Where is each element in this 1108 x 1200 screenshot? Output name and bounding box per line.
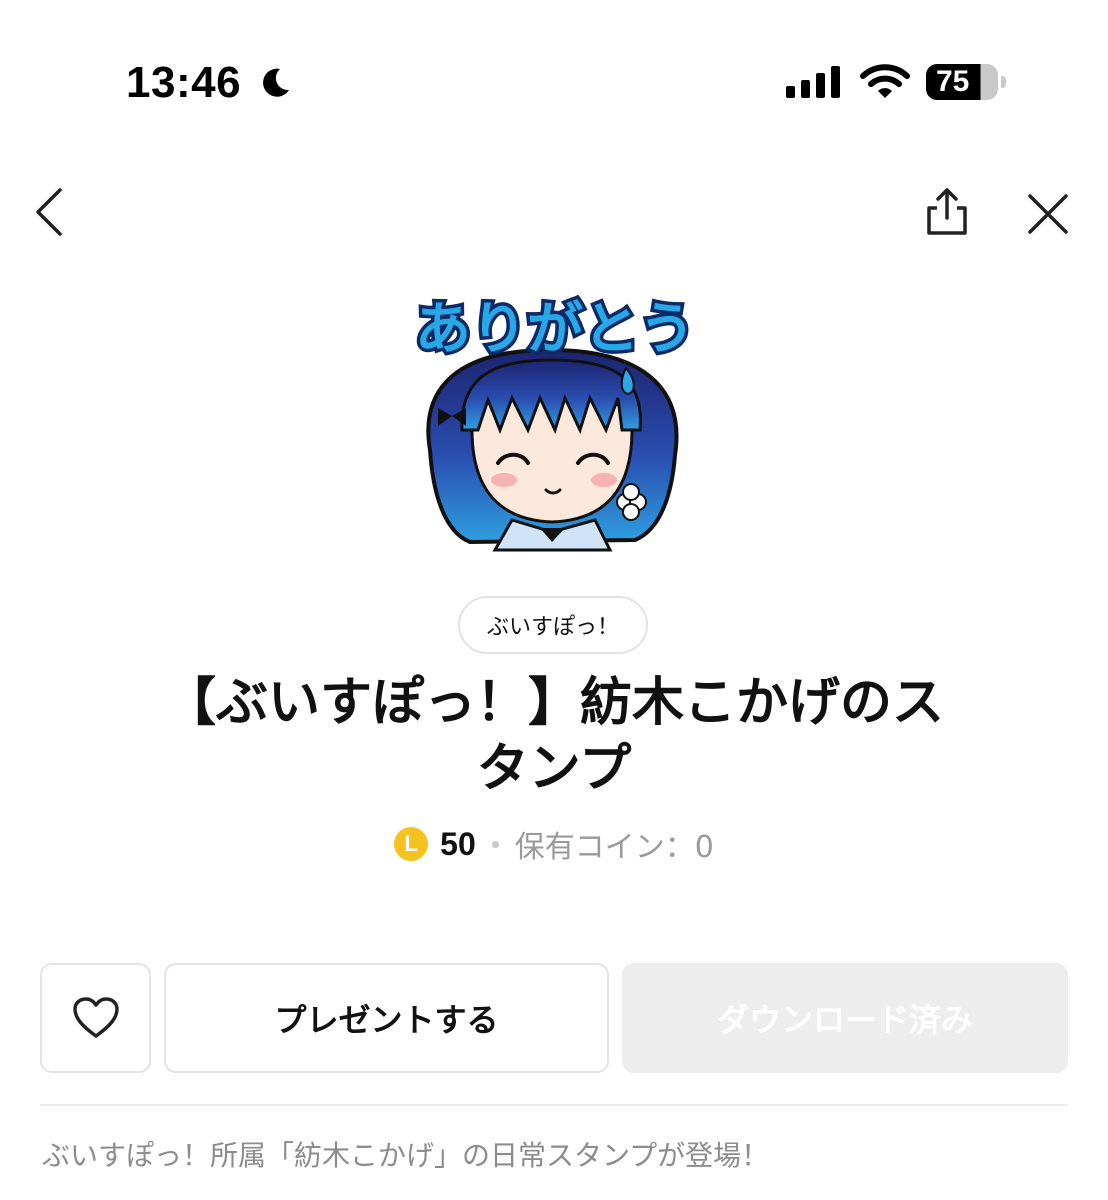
separator-dot	[491, 840, 499, 848]
present-button[interactable]: プレゼントする	[164, 963, 609, 1073]
price-value: 50	[440, 825, 476, 862]
chevron-left-icon[interactable]	[30, 186, 70, 238]
downloaded-button[interactable]: ダウンロード済み	[622, 963, 1068, 1073]
sticker-title-line-1: 【ぶいすぽっ！】紡木こかげのス	[163, 673, 944, 733]
price-line: L 50 保有コイン：0	[0, 822, 1108, 866]
sticker-description: ぶいすぽっ！所属「紡木こかげ」の日常スタンプが登場！	[42, 1139, 770, 1172]
battery-body: 75	[926, 64, 998, 100]
close-icon[interactable]	[1024, 190, 1072, 238]
share-icon[interactable]	[920, 186, 974, 238]
section-divider	[40, 1104, 1068, 1106]
status-time: 13:46	[126, 58, 242, 107]
wifi-icon	[860, 64, 910, 98]
author-tag-chip[interactable]: ぶいすぽっ！	[458, 596, 648, 654]
cellular-signal-icon	[786, 66, 840, 98]
heart-icon	[72, 997, 119, 1038]
battery-indicator: 75	[926, 64, 1008, 100]
battery-nub	[1001, 76, 1006, 88]
owned-coins-text: 保有コイン：0	[514, 830, 714, 865]
line-coin-icon: L	[394, 827, 429, 861]
sticker-detail-page: 13:46 75 ありがとう ぶいすぽっ！ 【ぶいすぽっ！】紡木こかげのス タン…	[0, 0, 1108, 1200]
sticker-title-line-2: タンプ	[476, 739, 632, 799]
sticker-preview-image: ありがとう	[412, 294, 699, 552]
sticker-banner-text: ありがとう	[415, 297, 695, 362]
moon-icon	[263, 68, 289, 97]
sticker-title: 【ぶいすぽっ！】紡木こかげのス タンプ	[120, 670, 988, 802]
battery-level: 75	[936, 65, 970, 98]
favorite-button[interactable]	[40, 963, 151, 1073]
